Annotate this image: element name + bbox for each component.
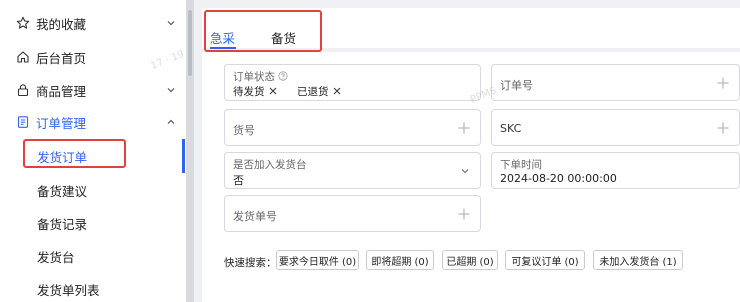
field-label: 货号 <box>233 124 255 137</box>
order-number-field[interactable]: 订单号 <box>491 64 740 101</box>
sidebar-item-label: 我的收藏 <box>36 16 87 32</box>
sidebar-subitem-label: 发货单列表 <box>37 283 100 298</box>
tab-urgent[interactable]: 急采 <box>210 28 235 47</box>
quick-filter-pickup-today[interactable]: 要求今日取件 (0) <box>276 250 359 270</box>
sidebar-subitem-shipment-list[interactable]: 发货单列表 <box>0 274 186 302</box>
sidebar-subitem-stock-suggestions[interactable]: 备货建议 <box>0 175 186 203</box>
sidebar-subitem-label: 发货台 <box>37 250 75 265</box>
skc-field[interactable]: SKC <box>491 109 740 146</box>
tag-label: 已退货 <box>297 85 329 98</box>
main-content: 急采 备货 订单状态 待发货 已退货 订单号 货号 SKC 是否加入发货台 否 <box>194 0 740 302</box>
item-number-field[interactable]: 货号 <box>224 109 481 146</box>
star-icon <box>16 16 30 29</box>
field-label: 发货单号 <box>233 210 277 223</box>
tab-stock[interactable]: 备货 <box>271 28 296 47</box>
tab-active-underline <box>210 47 236 49</box>
shipment-number-field[interactable]: 发货单号 <box>224 195 481 232</box>
sidebar-item-dashboard[interactable]: 后台首页 <box>0 43 186 71</box>
lock-icon <box>17 84 29 97</box>
field-label: SKC <box>500 122 522 135</box>
sidebar-scrollbar-thumb[interactable] <box>188 10 192 76</box>
sidebar-subitem-label: 备货建议 <box>37 184 88 199</box>
sidebar-item-favorites[interactable]: 我的收藏 <box>0 9 186 37</box>
plus-icon[interactable] <box>716 76 730 90</box>
field-label: 订单号 <box>500 79 533 92</box>
active-indicator <box>182 139 185 173</box>
plus-icon[interactable] <box>457 207 471 221</box>
plus-icon[interactable] <box>716 121 730 135</box>
sidebar-subitem-stock-records[interactable]: 备货记录 <box>0 208 186 236</box>
added-to-shipping-select[interactable]: 是否加入发货台 否 <box>224 152 481 189</box>
order-time-field[interactable]: 下单时间 2024-08-20 00:00:00 <box>491 152 740 189</box>
status-tag: 已退货 <box>297 83 341 99</box>
document-icon <box>17 116 29 128</box>
chevron-up-icon <box>167 119 175 124</box>
sidebar-subitem-shipping-desk[interactable]: 发货台 <box>0 241 186 269</box>
field-label: 是否加入发货台 <box>233 159 307 171</box>
sidebar-item-products[interactable]: 商品管理 <box>0 76 186 104</box>
highlight-box <box>23 139 126 168</box>
quick-filter-not-in-shipping-desk[interactable]: 未加入发货台 (1) <box>593 250 683 270</box>
field-label: 订单状态 <box>233 69 288 84</box>
sidebar-item-label: 后台首页 <box>36 50 87 66</box>
close-icon[interactable] <box>333 87 341 95</box>
chevron-down-icon <box>167 21 175 26</box>
quick-filter-expiring-soon[interactable]: 即将超期 (0) <box>366 250 434 270</box>
sidebar: 我的收藏 后台首页 商品管理 订单管理 发货订单 备货建议 备货记录 发货台 发… <box>0 0 186 302</box>
sidebar-subitem-label: 备货记录 <box>37 217 88 232</box>
sidebar-item-label: 商品管理 <box>36 83 87 99</box>
sidebar-item-label: 订单管理 <box>36 115 87 131</box>
chevron-down-icon <box>167 88 175 93</box>
chevron-down-icon <box>461 169 469 174</box>
tag-label: 待发货 <box>233 85 265 98</box>
home-icon <box>17 51 29 63</box>
quick-filter-overdue[interactable]: 已超期 (0) <box>442 250 498 270</box>
order-status-select[interactable]: 订单状态 待发货 已退货 <box>224 64 481 101</box>
plus-icon[interactable] <box>457 121 471 135</box>
order-status-label: 订单状态 <box>233 71 275 83</box>
quick-search-label: 快速搜索： <box>224 257 277 269</box>
date-value: 2024-08-20 00:00:00 <box>500 172 617 185</box>
status-tag: 待发货 <box>233 83 277 99</box>
quick-filter-reviewable[interactable]: 可复议订单 (0) <box>505 250 585 270</box>
app-root: 我的收藏 后台首页 商品管理 订单管理 发货订单 备货建议 备货记录 发货台 发… <box>0 0 740 302</box>
sidebar-item-orders[interactable]: 订单管理 <box>0 108 186 136</box>
select-value: 否 <box>233 174 244 187</box>
help-circle-icon <box>278 71 288 81</box>
close-icon[interactable] <box>269 87 277 95</box>
field-label: 下单时间 <box>500 159 542 171</box>
